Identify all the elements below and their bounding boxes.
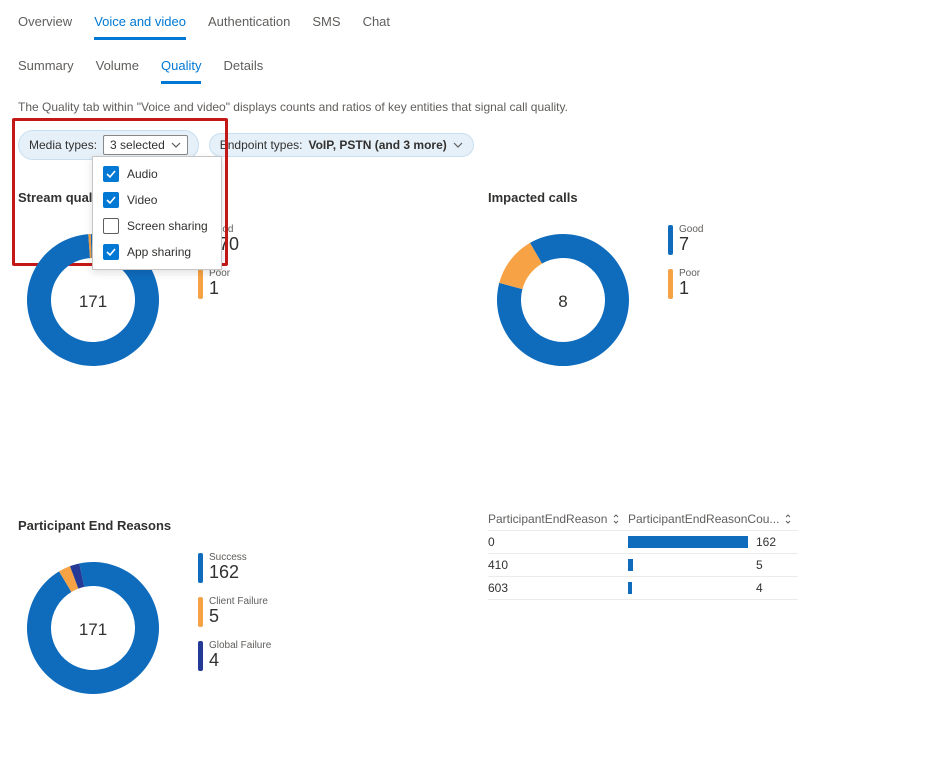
table-row[interactable]: 410 5 [488, 554, 798, 577]
chevron-down-icon [453, 142, 463, 148]
media-option-audio[interactable]: Audio [93, 161, 221, 187]
filter-endpoint-label: Endpoint types: [220, 138, 303, 152]
checkbox-icon [103, 218, 119, 234]
tab-chat[interactable]: Chat [363, 10, 390, 40]
table-row[interactable]: 0 162 [488, 531, 798, 554]
subtab-summary[interactable]: Summary [18, 54, 74, 84]
cell-count: 162 [748, 535, 788, 549]
col-header-count[interactable]: ParticipantEndReasonCou... [628, 512, 798, 526]
chevron-down-icon [171, 142, 181, 148]
row-2: Participant End Reasons 171 Success162 Cl… [18, 508, 918, 706]
filter-media-value: 3 selected [110, 138, 165, 152]
cell-bar [628, 582, 748, 594]
legend-value: 5 [209, 607, 268, 625]
legend-value: 162 [209, 563, 247, 581]
tab-sms[interactable]: SMS [312, 10, 340, 40]
donut-impacted-calls: 8 [488, 225, 638, 378]
tab-authentication[interactable]: Authentication [208, 10, 290, 40]
legend-color-bar [198, 641, 203, 671]
legend-item: Global Failure4 [198, 641, 288, 671]
subtab-quality[interactable]: Quality [161, 54, 201, 84]
table-row[interactable]: 603 4 [488, 577, 798, 600]
cell-count: 5 [748, 558, 788, 572]
col-header-reason[interactable]: ParticipantEndReason [488, 512, 628, 526]
checkbox-icon [103, 192, 119, 208]
legend-value: 4 [209, 651, 271, 669]
sub-tabs: Summary Volume Quality Details [18, 54, 918, 84]
top-tabs: Overview Voice and video Authentication … [18, 10, 918, 40]
media-types-dropdown: Audio Video Screen sharing App sharing [92, 156, 222, 270]
sort-icon [611, 514, 621, 524]
cell-bar [628, 536, 748, 548]
checkbox-icon [103, 166, 119, 182]
option-label: Video [127, 193, 157, 207]
legend-color-bar [668, 269, 673, 299]
tab-overview[interactable]: Overview [18, 10, 72, 40]
panel-reason-table: ParticipantEndReason ParticipantEndReaso… [488, 508, 918, 706]
legend-item: Client Failure5 [198, 597, 288, 627]
donut-center-value: 8 [558, 292, 567, 312]
legend-color-bar [198, 553, 203, 583]
donut-center-value: 171 [79, 620, 107, 640]
option-label: Audio [127, 167, 158, 181]
legend-impacted-calls: Good7 Poor1 [668, 225, 758, 299]
reason-table: ParticipantEndReason ParticipantEndReaso… [488, 508, 798, 600]
filter-endpoint-value: VoIP, PSTN (and 3 more) [308, 138, 446, 152]
legend-value: 1 [679, 279, 700, 297]
sort-icon [783, 514, 793, 524]
option-label: App sharing [127, 245, 191, 259]
panel-participant-end: Participant End Reasons 171 Success162 Cl… [18, 508, 448, 706]
filter-media-label: Media types: [29, 138, 97, 152]
legend-color-bar [198, 597, 203, 627]
cell-reason: 603 [488, 581, 628, 595]
legend-color-bar [668, 225, 673, 255]
media-option-screen-sharing[interactable]: Screen sharing [93, 213, 221, 239]
media-option-video[interactable]: Video [93, 187, 221, 213]
media-option-app-sharing[interactable]: App sharing [93, 239, 221, 265]
filter-endpoint-types[interactable]: Endpoint types: VoIP, PSTN (and 3 more) [209, 133, 474, 157]
legend-value: 7 [679, 235, 703, 253]
legend-value: 1 [209, 279, 230, 297]
subtab-details[interactable]: Details [223, 54, 263, 84]
panel-title: Impacted calls [488, 190, 918, 205]
panel-stream-quality: Stream quality 171 Good170Poor1 [18, 180, 448, 378]
panel-impacted-calls: Impacted calls 8 Good7 Poor1 [488, 180, 918, 378]
panel-title: Stream quality [18, 190, 448, 205]
legend-color-bar [198, 269, 203, 299]
cell-bar [628, 559, 748, 571]
cell-count: 4 [748, 581, 788, 595]
cell-reason: 410 [488, 558, 628, 572]
tab-voice-and-video[interactable]: Voice and video [94, 10, 186, 40]
filter-media-select[interactable]: 3 selected [103, 135, 188, 155]
legend-participant-end: Success162 Client Failure5 Global Failure4 [198, 553, 288, 671]
legend-item: Poor1 [668, 269, 758, 299]
donut-center-value: 171 [79, 292, 107, 312]
cell-reason: 0 [488, 535, 628, 549]
legend-item: Good7 [668, 225, 758, 255]
panel-title: Participant End Reasons [18, 518, 448, 533]
checkbox-icon [103, 244, 119, 260]
description-text: The Quality tab within "Voice and video"… [18, 100, 918, 114]
donut-participant-end: 171 [18, 553, 168, 706]
legend-item: Success162 [198, 553, 288, 583]
subtab-volume[interactable]: Volume [96, 54, 139, 84]
option-label: Screen sharing [127, 219, 208, 233]
legend-item: Poor1 [198, 269, 288, 299]
